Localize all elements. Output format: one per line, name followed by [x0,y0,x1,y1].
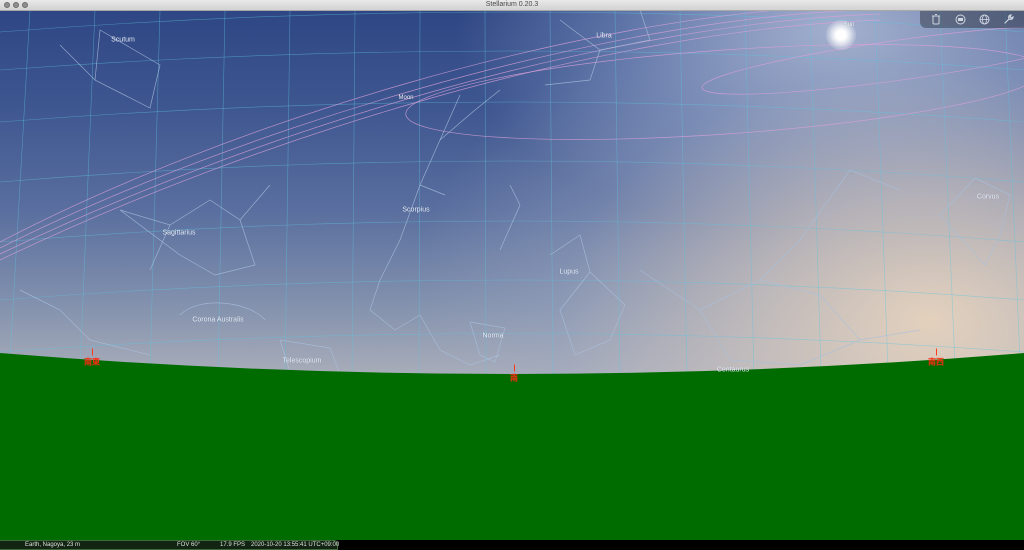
constellation-label-libra[interactable]: Libra [596,33,612,40]
status-bar: Earth, Nagoya, 23 m FOV 60° 17.9 FPS 202… [0,540,1024,550]
constellation-lines [19,10,1011,376]
trash-icon[interactable] [929,12,943,26]
wrench-icon[interactable] [1001,12,1015,26]
constellation-label-corona-australis[interactable]: Corona Australis [192,317,243,324]
sun-label[interactable]: Sun [844,22,855,28]
top-right-toolbar [920,10,1024,28]
cardinal-southwest-label: 南西 [928,357,944,367]
moon-label[interactable]: Moon [398,95,413,101]
fov-readout: FOV 60° [177,542,201,548]
cardinal-south: 南 [510,364,518,384]
location-readout[interactable]: Earth, Nagoya, 23 m [25,540,80,550]
datetime-readout[interactable]: 2020-10-20 13:55:41 UTC+09:00 [251,540,339,550]
sky-overlay [0,10,1024,540]
cardinal-southeast: 南東 [84,348,100,368]
constellation-label-corvus[interactable]: Corvus [977,194,999,201]
screen-icon[interactable] [953,12,967,26]
constellation-label-norma[interactable]: Norma [482,333,503,340]
constellation-label-lupus[interactable]: Lupus [559,269,578,276]
constellation-label-sagittarius[interactable]: Sagittarius [162,230,195,237]
stellarium-window: Stellarium 0.20.3 Scutum Libra Scorpius … [0,0,1024,550]
title-bar: Stellarium 0.20.3 [0,0,1024,11]
fps-readout: 17.9 FPS [220,542,246,548]
cardinal-southwest: 南西 [928,348,944,368]
constellation-label-telescopium[interactable]: Telescopium [283,358,322,365]
constellation-label-scorpius[interactable]: Scorpius [402,207,429,214]
sky-view[interactable]: Scutum Libra Scorpius Sagittarius Corvus… [0,10,1024,540]
cardinal-southeast-label: 南東 [84,357,100,367]
globe-icon[interactable] [977,12,991,26]
window-title: Stellarium 0.20.3 [485,1,539,8]
constellation-label-scutum[interactable]: Scutum [111,37,135,44]
coordinate-grid [0,10,1024,380]
constellation-label-centaurus[interactable]: Centaurus [717,367,749,374]
cardinal-south-label: 南 [510,373,518,383]
